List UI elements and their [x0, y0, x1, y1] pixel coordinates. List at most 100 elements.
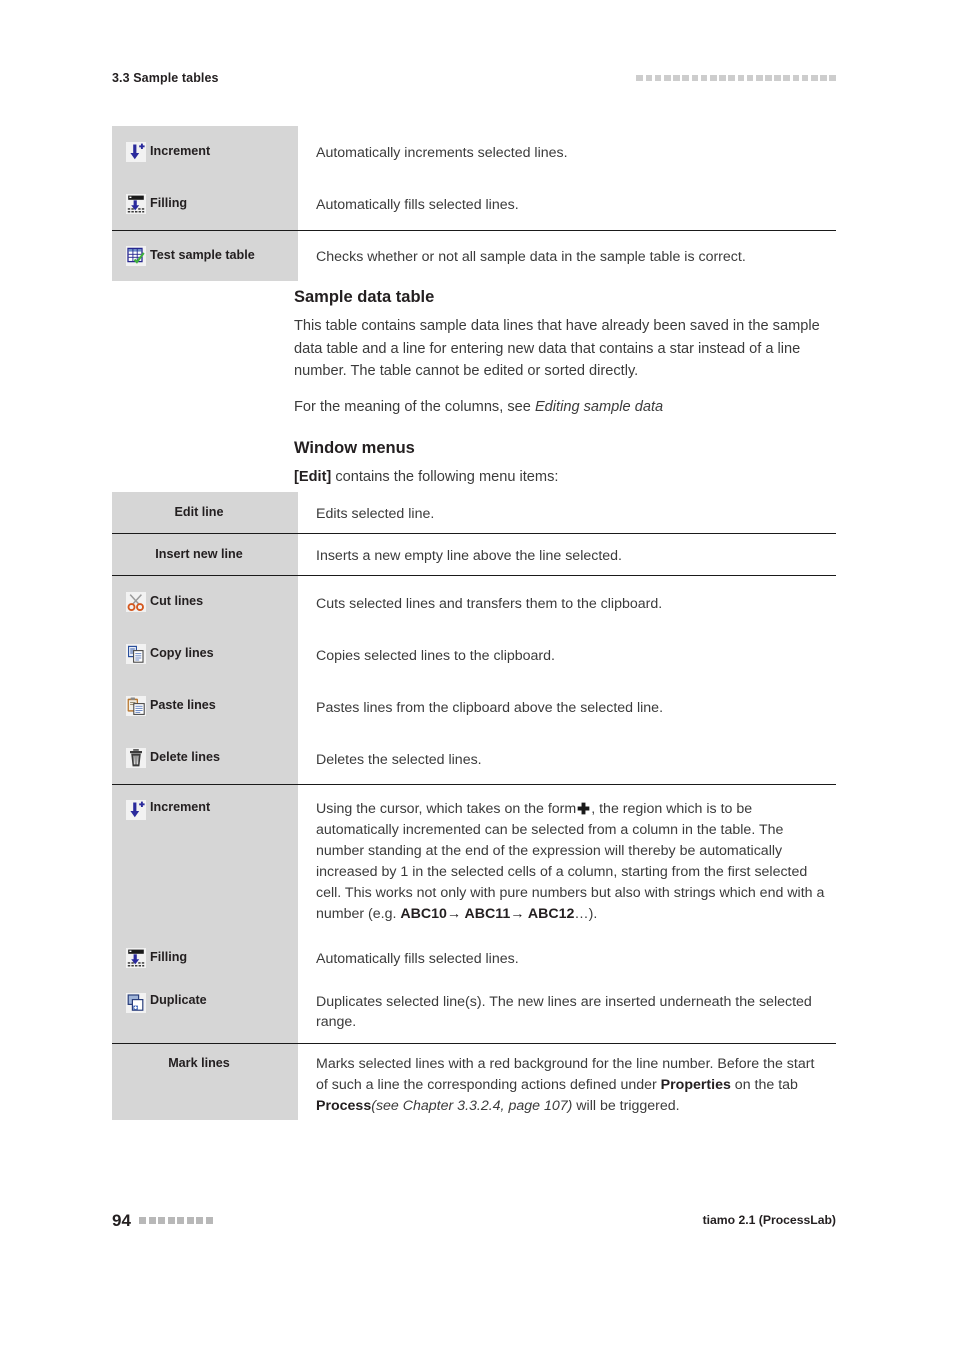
- decoration-square: [691, 74, 699, 82]
- table-row-group: Edit line Edits selected line.: [112, 492, 836, 534]
- decoration-square: [820, 74, 827, 82]
- table-row: Insert new line Inserts a new empty line…: [112, 533, 836, 576]
- decoration-square: [811, 74, 818, 82]
- row-label: Filling: [150, 196, 188, 211]
- decoration-square: [148, 1217, 156, 1224]
- decoration-square: [664, 74, 671, 82]
- row-label: Cut lines: [150, 594, 204, 609]
- row-label: Mark lines: [168, 1056, 230, 1070]
- table-row: Increment Automatically increments selec…: [112, 126, 836, 178]
- row-description: Inserts a new empty line above the line …: [316, 548, 622, 564]
- decoration-square: [636, 74, 644, 82]
- row-description: Automatically fills selected lines.: [316, 951, 519, 967]
- row-description: Copies selected lines to the clipboard.: [316, 648, 555, 664]
- increment-text-part2: , the region which is to be automaticall…: [316, 801, 825, 923]
- page-number: 94: [112, 1211, 131, 1230]
- table-row: Delete lines Deletes the selected lines.: [112, 732, 836, 785]
- row-description: Duplicates selected line(s). The new lin…: [316, 994, 812, 1031]
- table-row: Increment Using the cursor, which takes …: [112, 784, 836, 932]
- cross-reference-editing-sample-data: Editing sample data: [534, 399, 664, 416]
- increment-text-part1: Using the cursor, which takes on the for…: [316, 801, 577, 817]
- decoration-square: [719, 74, 726, 82]
- decoration-square: [783, 74, 791, 82]
- paragraph-column-meaning: For the meaning of the columns, see Edit…: [294, 396, 836, 419]
- decoration-square: [709, 74, 717, 82]
- menu-name-edit: [Edit]: [294, 468, 332, 485]
- table-row: Edit line Edits selected line.: [112, 492, 836, 534]
- page-subheading-window-menus: Window menus: [294, 438, 415, 457]
- increment-text-tail: …).: [574, 906, 598, 923]
- row-label-cell: Filling: [112, 932, 298, 983]
- decoration-square: [746, 74, 754, 82]
- edit-menu-table: Edit line Edits selected line. Insert ne…: [112, 492, 836, 1120]
- decoration-square: [645, 74, 653, 82]
- row-description: Checks whether or not all sample data in…: [316, 249, 746, 265]
- table-row: Filling Automatically fills selected lin…: [112, 932, 836, 983]
- row-description-cell: Duplicates selected line(s). The new lin…: [298, 983, 836, 1044]
- table-row-group: Mark lines Marks selected lines with a r…: [112, 1043, 836, 1120]
- row-label-cell: Copy lines: [112, 628, 298, 680]
- row-label-cell: Edit line: [112, 492, 298, 534]
- row-label-cell: Increment: [112, 784, 298, 932]
- table-row: Paste lines Pastes lines from the clipbo…: [112, 680, 836, 732]
- toolbar-icon-table: Increment Automatically increments selec…: [112, 126, 836, 281]
- row-label: Increment: [150, 144, 211, 159]
- row-label-cell: Cut lines: [112, 575, 298, 628]
- row-label-cell: Filling: [112, 178, 298, 231]
- decoration-square: [728, 74, 735, 82]
- row-label-cell: Mark lines: [112, 1043, 298, 1120]
- increment-icon: [126, 800, 146, 820]
- row-description-cell: Using the cursor, which takes on the for…: [298, 784, 836, 932]
- paragraph-edit-menu-intro: [Edit] contains the following menu items…: [294, 466, 836, 489]
- copy-icon: [126, 644, 146, 664]
- prose-block: Sample data table This table contains sa…: [294, 288, 836, 488]
- row-description: Deletes the selected lines.: [316, 752, 482, 768]
- mark-lines-process: Process: [316, 1098, 372, 1115]
- row-label: Insert new line: [155, 546, 243, 561]
- row-label: Duplicate: [150, 993, 207, 1007]
- row-description: Automatically increments selected lines.: [316, 145, 568, 161]
- mark-lines-properties: Properties: [660, 1077, 731, 1094]
- increment-example-3: ABC12: [527, 906, 575, 923]
- row-description-cell: Copies selected lines to the clipboard.: [298, 628, 836, 680]
- table-row: Test sample table Checks whether or not …: [112, 230, 836, 281]
- decoration-square: [737, 74, 745, 82]
- row-description: Cuts selected lines and transfers them t…: [316, 596, 663, 612]
- cross-cursor-icon: [577, 801, 590, 815]
- row-label: Test sample table: [150, 248, 255, 263]
- decoration-square: [186, 1217, 194, 1224]
- running-header: 3.3 Sample tables: [112, 66, 836, 90]
- mark-lines-description: Marks selected lines with a red backgrou…: [298, 1044, 836, 1117]
- header-decoration-squares: [636, 74, 836, 82]
- table-row: Filling Automatically fills selected lin…: [112, 178, 836, 231]
- decoration-square: [755, 74, 763, 82]
- row-label: Filling: [150, 949, 188, 964]
- header-section-title: 3.3 Sample tables: [112, 70, 219, 85]
- filling-icon: [126, 947, 146, 968]
- increment-description: Using the cursor, which takes on the for…: [298, 785, 836, 925]
- decoration-square: [765, 74, 772, 82]
- test-sample-table-icon: [126, 246, 146, 266]
- document-page: 3.3 Sample tables Increment Automaticall…: [0, 0, 954, 1350]
- row-description-cell: Deletes the selected lines.: [298, 732, 836, 785]
- row-description-cell: Automatically fills selected lines.: [298, 932, 836, 983]
- row-label: Increment: [150, 800, 211, 814]
- cut-icon: [126, 592, 146, 612]
- row-label-cell: Paste lines: [112, 680, 298, 732]
- row-description-cell: Inserts a new empty line above the line …: [298, 533, 836, 576]
- row-label-cell: Insert new line: [112, 533, 298, 576]
- mark-lines-chapter-reference: (see Chapter 3.3.2.4, page 107): [371, 1098, 573, 1115]
- decoration-square: [673, 74, 680, 82]
- row-description-cell: Automatically increments selected lines.: [298, 126, 836, 178]
- paragraph-lead: For the meaning of the columns, see: [294, 399, 535, 416]
- table-row-group: Test sample table Checks whether or not …: [112, 230, 836, 281]
- table-row: Cut lines Cuts selected lines and transf…: [112, 575, 836, 628]
- row-description-cell: Checks whether or not all sample data in…: [298, 230, 836, 281]
- increment-example-2: ABC11: [464, 906, 511, 923]
- row-description-cell: Pastes lines from the clipboard above th…: [298, 680, 836, 732]
- decoration-square: [167, 1217, 175, 1224]
- increment-example-1: ABC10: [400, 906, 447, 923]
- row-description-cell: Automatically fills selected lines.: [298, 178, 836, 231]
- row-description-cell: Edits selected line.: [298, 492, 836, 534]
- row-label-cell: Test sample table: [112, 230, 298, 281]
